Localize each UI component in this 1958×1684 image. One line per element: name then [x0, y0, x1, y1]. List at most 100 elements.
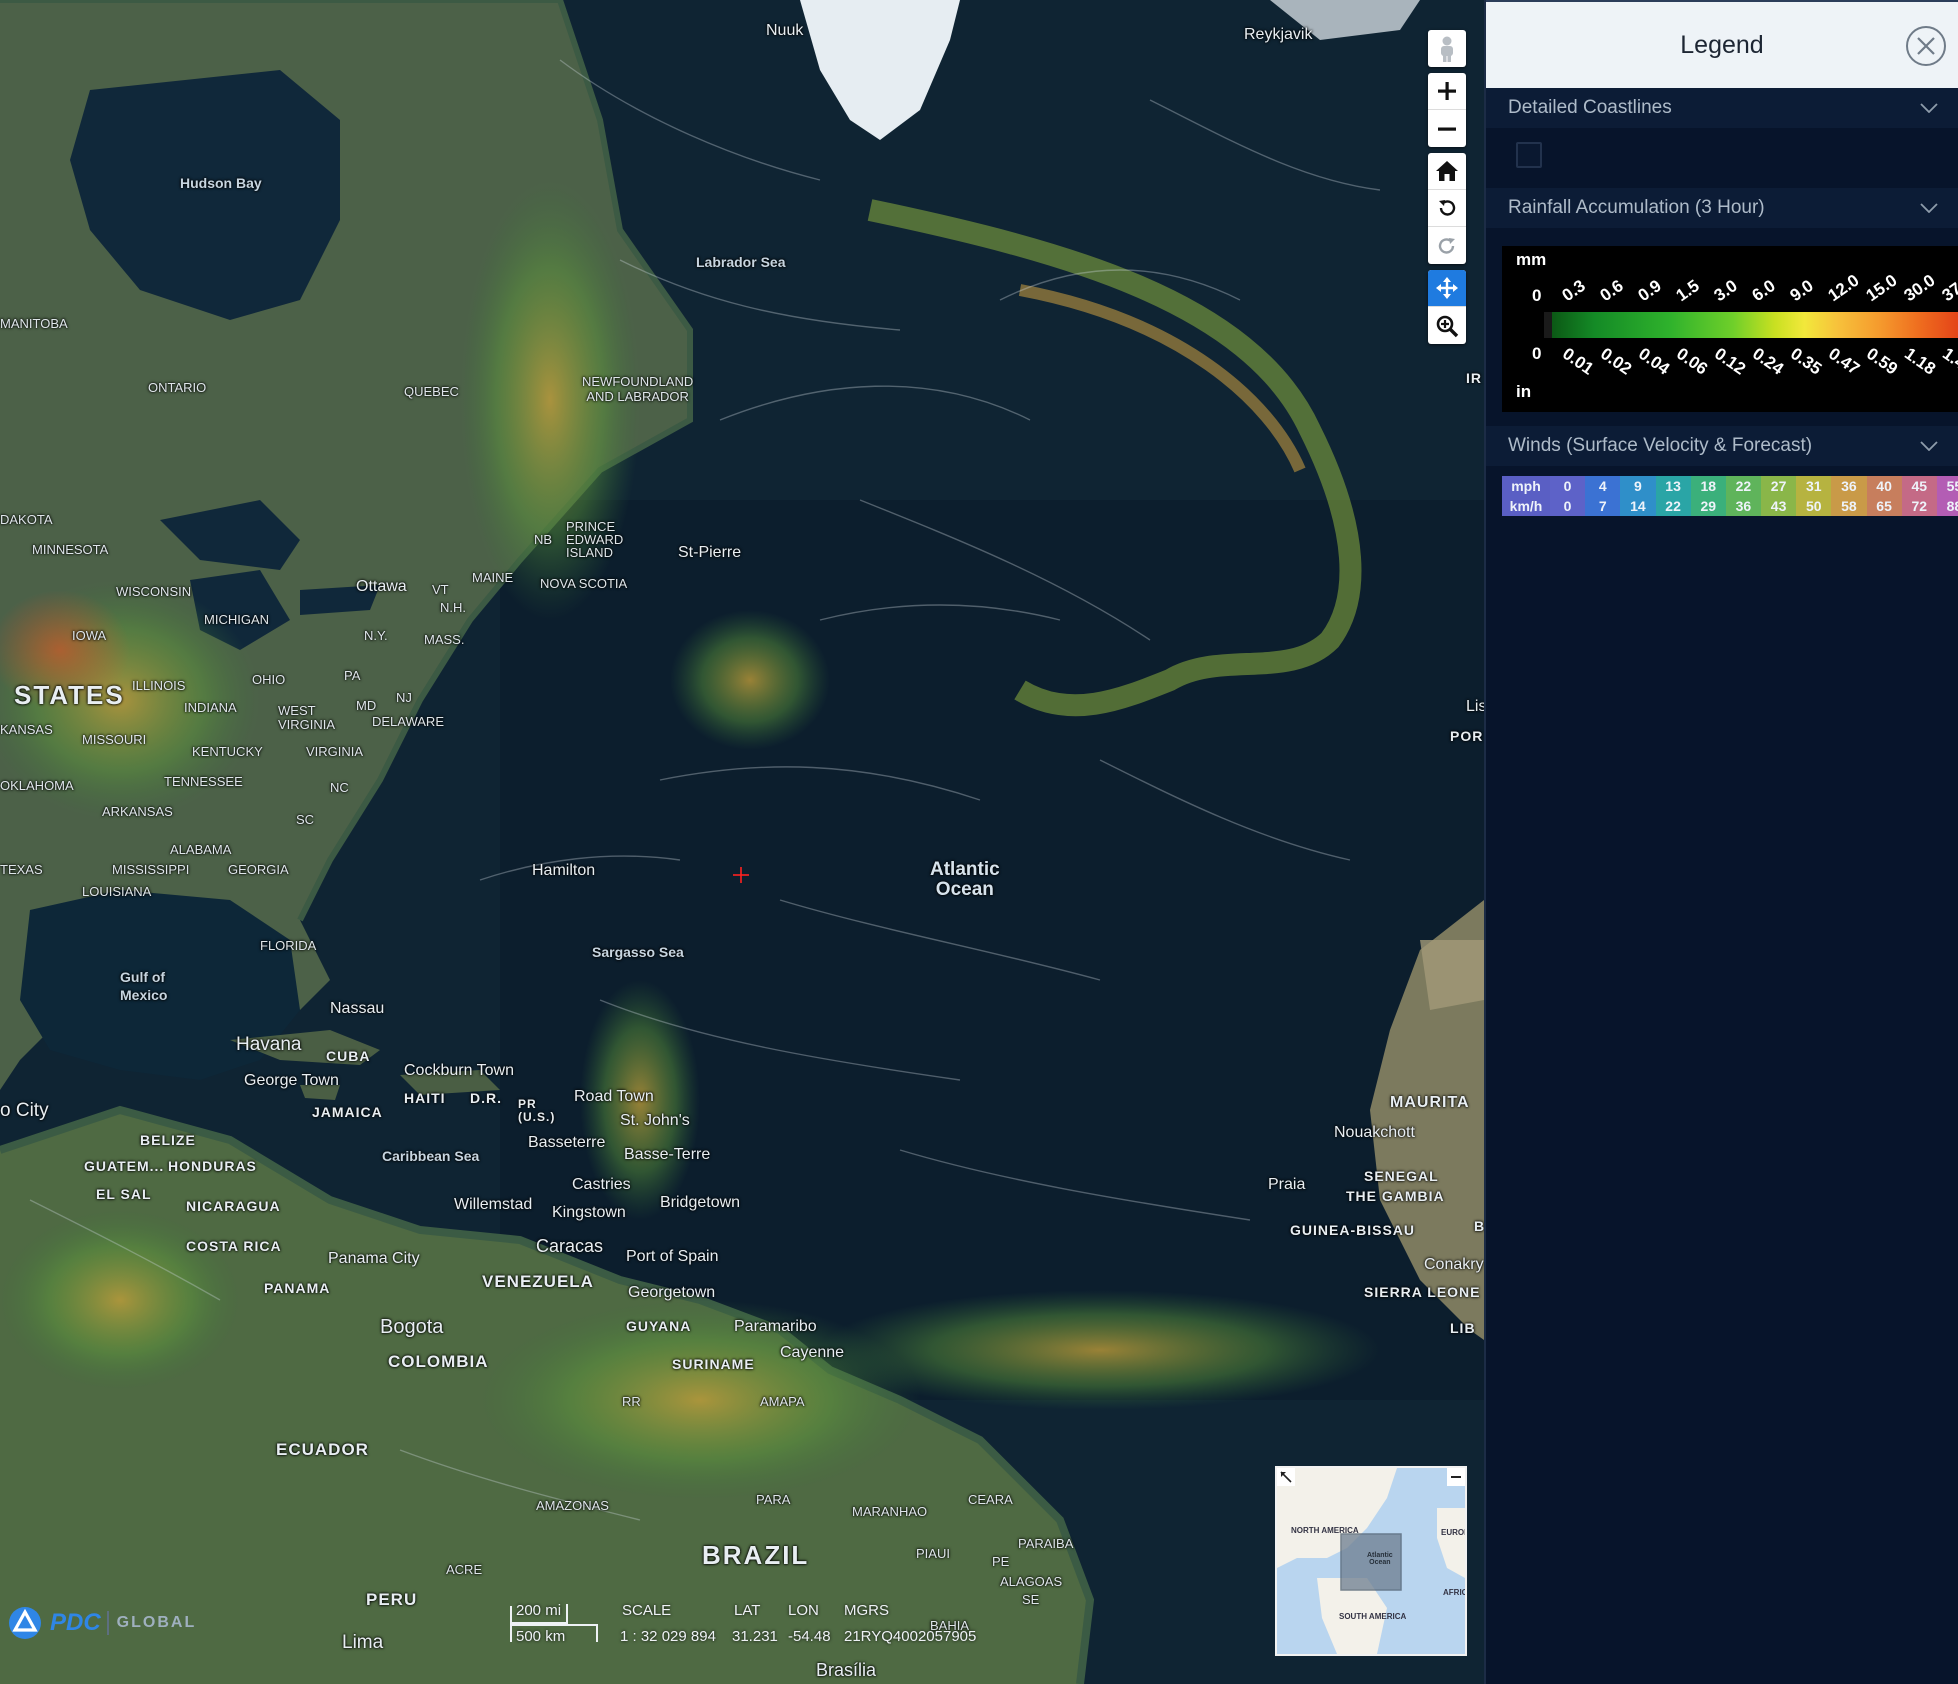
- lon-value: -54.48: [788, 1628, 831, 1645]
- rainfall-section-title: Rainfall Accumulation (3 Hour): [1508, 197, 1765, 218]
- zoom-in-button[interactable]: [1428, 73, 1466, 110]
- scale-readout: 200 mi 500 km SCALE 1 : 32 029 894 LAT 3…: [508, 1602, 998, 1648]
- wind-mph-cell: 22: [1725, 476, 1761, 496]
- scale-label: SCALE: [622, 1602, 672, 1619]
- overview-africa: AFRIC: [1443, 1588, 1467, 1597]
- wind-mph-cell: 18: [1690, 476, 1726, 496]
- brand-separator: [106, 1611, 109, 1635]
- rainfall-in-tick: 1.46: [1939, 344, 1958, 379]
- wind-kmh-cell: 72: [1901, 496, 1937, 516]
- winds-section-title: Winds (Surface Velocity & Forecast): [1508, 435, 1813, 456]
- coastlines-section-body: [1486, 128, 1958, 188]
- winds-section-body: mph049131822273136404555km/h071422293643…: [1486, 466, 1958, 530]
- winds-section-header[interactable]: Winds (Surface Velocity & Forecast): [1486, 426, 1958, 466]
- rainfall-in-tick: 0.06: [1673, 344, 1712, 379]
- wind-mph-cell: 0: [1550, 476, 1586, 496]
- wind-mph-cell: 36: [1831, 476, 1867, 496]
- wind-kmh-cell: 65: [1866, 496, 1902, 516]
- zoom-out-button[interactable]: [1428, 110, 1466, 147]
- rainfall-unit-mm: mm: [1516, 250, 1547, 269]
- wind-kmh-cell: 43: [1761, 496, 1797, 516]
- rotate-cw-icon: [1438, 237, 1455, 254]
- legend-panel: Legend Detailed Coastlines Rainfall Accu…: [1484, 0, 1958, 1684]
- wind-mph-cell: 4: [1585, 476, 1621, 496]
- rainfall-mm-tick: 37.0: [1938, 270, 1958, 306]
- rainfall-mm-tick: 1.5: [1672, 276, 1703, 306]
- rainfall-mm-tick: 30.0: [1900, 270, 1939, 306]
- rainfall-mm-tick: 12.0: [1824, 270, 1863, 306]
- coastlines-section-title: Detailed Coastlines: [1508, 97, 1672, 118]
- rainfall-mm-tick: 0.9: [1634, 276, 1665, 306]
- legend-close-button[interactable]: [1906, 26, 1946, 66]
- wind-kmh-cell: 50: [1796, 496, 1832, 516]
- rainfall-in-tick: 0.35: [1787, 344, 1826, 379]
- wind-kmh-cell: 22: [1655, 496, 1691, 516]
- rainfall-mm-tick: 3.0: [1710, 276, 1741, 306]
- overview-region: Atlantic Ocean: [1367, 1552, 1393, 1566]
- move-arrows-icon: [1436, 277, 1458, 299]
- rainfall-unit-in: in: [1516, 382, 1532, 401]
- rainfall-mm-tick: 15.0: [1862, 270, 1901, 306]
- wind-mph-cell: 55: [1936, 476, 1958, 496]
- rainfall-in-tick: 0.47: [1825, 344, 1864, 379]
- minus-icon: [1451, 1476, 1461, 1478]
- coastlines-section-header[interactable]: Detailed Coastlines: [1486, 88, 1958, 128]
- rainfall-legend: mm in 0 0.3 0.6 0.9 1.5 3.0 6.0 9.0 12.0 15.0 30.0…: [1502, 246, 1958, 412]
- rainfall-in-tick: 0: [1532, 344, 1542, 363]
- rainfall-in-tick: 0.24: [1749, 344, 1788, 379]
- mgrs-label: MGRS: [844, 1602, 889, 1619]
- rainfall-section-body: mm in 0 0.3 0.6 0.9 1.5 3.0 6.0 9.0 12.0 15.0 30.0…: [1486, 228, 1958, 426]
- home-button[interactable]: [1428, 153, 1466, 190]
- legend-header: Legend: [1486, 0, 1958, 88]
- scale-large-label: 500 km: [516, 1628, 566, 1645]
- rotate-left-button[interactable]: [1428, 190, 1466, 227]
- rotate-right-button[interactable]: [1428, 227, 1466, 264]
- scale-small-label: 200 mi: [516, 1602, 562, 1619]
- rainfall-in-tick: 0.02: [1597, 344, 1636, 379]
- overview-europe: EUROP: [1441, 1528, 1467, 1537]
- rainfall-mm-tick: 9.0: [1786, 276, 1817, 306]
- map-toolbar: [1428, 30, 1466, 350]
- expand-diagonal-icon: [1280, 1471, 1292, 1483]
- wind-kmh-cell: 88: [1936, 496, 1958, 516]
- plus-icon: [1438, 82, 1456, 100]
- coastlines-swatch: [1516, 142, 1542, 168]
- pan-button[interactable]: [1428, 270, 1466, 307]
- wind-mph-cell: 40: [1866, 476, 1902, 496]
- pegman-icon: [1441, 36, 1453, 62]
- crosshair-icon: [733, 867, 749, 883]
- rainfall-section-header[interactable]: Rainfall Accumulation (3 Hour): [1486, 188, 1958, 228]
- wind-mph-cell: 13: [1655, 476, 1691, 496]
- rainfall-in-tick: 0.04: [1635, 344, 1674, 379]
- rainfall-in-tick: 0.59: [1863, 344, 1902, 379]
- rotate-ccw-icon: [1439, 200, 1456, 216]
- rainfall-mm-tick: 0.3: [1558, 276, 1589, 306]
- overview-south-america: SOUTH AMERICA: [1339, 1612, 1407, 1621]
- pdc-brand[interactable]: PDC GLOBAL: [6, 1605, 196, 1641]
- wind-kmh-cell: 7: [1585, 496, 1621, 516]
- rainfall-color-ramp: [1544, 312, 1958, 338]
- street-view-button[interactable]: [1428, 30, 1466, 67]
- wind-mph-cell: 9: [1620, 476, 1656, 496]
- zoom-box-button[interactable]: [1428, 307, 1466, 344]
- rainfall-in-tick: 1.18: [1901, 344, 1940, 379]
- rainfall-mm-tick: 6.0: [1748, 276, 1779, 306]
- wind-mph-cell: 45: [1901, 476, 1937, 496]
- home-icon: [1436, 161, 1458, 181]
- magnifier-plus-icon: [1436, 315, 1459, 337]
- wind-kmh-cell: 14: [1620, 496, 1656, 516]
- rainfall-mm-tick: 0: [1532, 286, 1542, 305]
- wind-kmh-cell: 29: [1690, 496, 1726, 516]
- legend-title: Legend: [1680, 30, 1764, 59]
- overview-map[interactable]: NORTH AMERICA SOUTH AMERICA EUROP AFRIC …: [1275, 1466, 1467, 1656]
- lat-label: LAT: [734, 1602, 761, 1619]
- scale-value: 1 : 32 029 894: [620, 1628, 716, 1645]
- wind-mph-cell: 27: [1761, 476, 1797, 496]
- chevron-down-icon: [1920, 441, 1938, 451]
- overview-expand-button[interactable]: [1277, 1468, 1295, 1486]
- overview-collapse-button[interactable]: [1447, 1468, 1465, 1486]
- wind-mph-cell: 31: [1796, 476, 1832, 496]
- map-view[interactable]: Atlantic Ocean Hudson Bay Labrador Sea S…: [0, 0, 1484, 1684]
- brand-global-text: GLOBAL: [116, 1614, 197, 1631]
- pdc-logo-icon: [9, 1607, 41, 1639]
